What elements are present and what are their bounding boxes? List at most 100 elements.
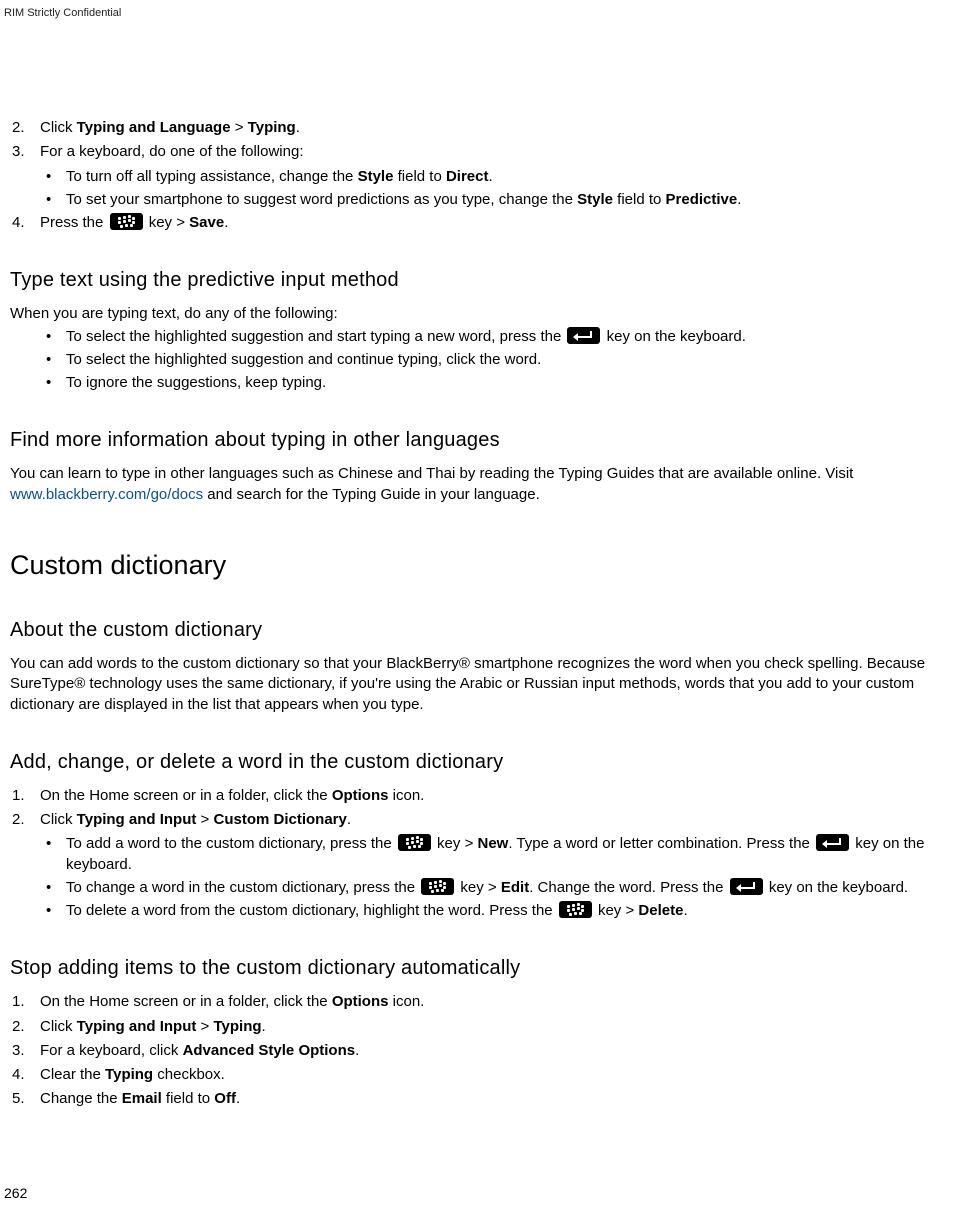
list-text: Change the Email field to Off. [40,1089,960,1109]
header-confidential: RIM Strictly Confidential [4,6,121,21]
blackberry-key-icon [110,213,143,230]
sub-bullet-list: • To turn off all typing assistance, cha… [40,167,960,211]
text: field to [613,191,666,208]
list-item: • To add a word to the custom dictionary… [40,834,960,875]
list-text: Clear the Typing checkbox. [40,1065,960,1085]
list-item: 2. Click Typing and Input > Custom Dicti… [10,810,960,830]
heading-languages: Find more information about typing in ot… [10,427,960,454]
list-text: To select the highlighted suggestion and… [66,350,541,370]
text: On the Home screen or in a folder, click… [40,787,332,804]
paragraph: When you are typing text, do any of the … [10,304,960,324]
text: key > [594,902,639,919]
text: Clear the [40,1066,105,1083]
text: . [347,811,351,828]
blackberry-key-icon [421,878,454,895]
heading-predictive: Type text using the predictive input met… [10,267,960,294]
text: key on the keyboard. [602,328,745,345]
steps-list-top: 2. Click Typing and Language > Typing. 3… [10,118,960,163]
text: . [236,1090,240,1107]
text: > [196,811,213,828]
docs-link[interactable]: www.blackberry.com/go/docs [10,486,203,503]
text: icon. [388,787,424,804]
list-text: Click Typing and Language > Typing. [40,118,960,138]
list-item: 4. Press the key > Save. [10,213,960,233]
list-item: • To turn off all typing assistance, cha… [40,167,960,187]
text: checkbox. [153,1066,225,1083]
list-text: On the Home screen or in a folder, click… [40,992,960,1012]
list-text: To change a word in the custom dictionar… [66,878,908,898]
page-number: 262 [4,1184,27,1203]
text: and search for the Typing Guide in your … [203,486,540,503]
list-number: 4. [10,213,40,233]
add-steps-list: 1. On the Home screen or in a folder, cl… [10,786,960,831]
add-bullets: • To add a word to the custom dictionary… [40,834,960,921]
text: > [196,1018,213,1035]
bold-text: New [478,835,509,852]
text: key > [145,214,190,231]
heading-stop-adding: Stop adding items to the custom dictiona… [10,955,960,982]
bold-text: Off [214,1090,236,1107]
text: To set your smartphone to suggest word p… [66,191,577,208]
page-content: 2. Click Typing and Language > Typing. 3… [0,0,970,1110]
list-text: For a keyboard, do one of the following: [40,142,960,162]
text: Click [40,119,77,136]
bullet-icon: • [40,834,66,875]
heading-custom-dictionary: Custom dictionary [10,547,960,583]
list-text: Click Typing and Input > Custom Dictiona… [40,810,960,830]
bold-text: Email [122,1090,162,1107]
list-text: To set your smartphone to suggest word p… [66,190,741,210]
bullet-icon: • [40,878,66,898]
list-number: 2. [10,118,40,138]
bold-text: Options [332,993,389,1010]
text: . [489,168,493,185]
list-item: 2. Click Typing and Input > Typing. [10,1017,960,1037]
bold-text: Typing and Language [77,119,231,136]
text: icon. [388,993,424,1010]
bold-text: Advanced Style Options [183,1042,356,1059]
bullet-icon: • [40,190,66,210]
text: field to [162,1090,215,1107]
text: . [296,119,300,136]
blackberry-key-icon [559,901,592,918]
text: key on the keyboard. [765,879,908,896]
bullet-icon: • [40,901,66,921]
text: Click [40,1018,77,1035]
list-item: 3. For a keyboard, do one of the followi… [10,142,960,162]
text: . [224,214,228,231]
bold-text: Edit [501,879,529,896]
bold-text: Typing and Input [77,1018,197,1035]
bold-text: Style [358,168,394,185]
list-text: To select the highlighted suggestion and… [66,327,746,347]
paragraph: You can learn to type in other languages… [10,464,960,505]
text: Click [40,811,77,828]
predictive-bullets: • To select the highlighted suggestion a… [40,327,960,394]
bold-text: Custom Dictionary [213,811,346,828]
bold-text: Typing and Input [77,811,197,828]
text: . [737,191,741,208]
text: . Type a word or letter combination. Pre… [508,835,814,852]
list-item: 2. Click Typing and Language > Typing. [10,118,960,138]
list-item: 1. On the Home screen or in a folder, cl… [10,992,960,1012]
bold-text: Typing [248,119,296,136]
text: field to [393,168,446,185]
text: . [355,1042,359,1059]
text: . [262,1018,266,1035]
stop-steps-list: 1. On the Home screen or in a folder, cl… [10,992,960,1109]
list-item: 4. Clear the Typing checkbox. [10,1065,960,1085]
bullet-icon: • [40,373,66,393]
bold-text: Save [189,214,224,231]
text: Change the [40,1090,122,1107]
bold-text: Options [332,787,389,804]
paragraph: You can add words to the custom dictiona… [10,654,960,715]
list-item: • To set your smartphone to suggest word… [40,190,960,210]
list-number: 5. [10,1089,40,1109]
list-item: • To select the highlighted suggestion a… [40,327,960,347]
text: On the Home screen or in a folder, click… [40,993,332,1010]
heading-add-change-delete: Add, change, or delete a word in the cus… [10,749,960,776]
text: To delete a word from the custom diction… [66,902,557,919]
enter-key-icon [730,878,763,895]
list-number: 2. [10,1017,40,1037]
list-item: • To change a word in the custom diction… [40,878,960,898]
bullet-icon: • [40,350,66,370]
text: Press the [40,214,108,231]
